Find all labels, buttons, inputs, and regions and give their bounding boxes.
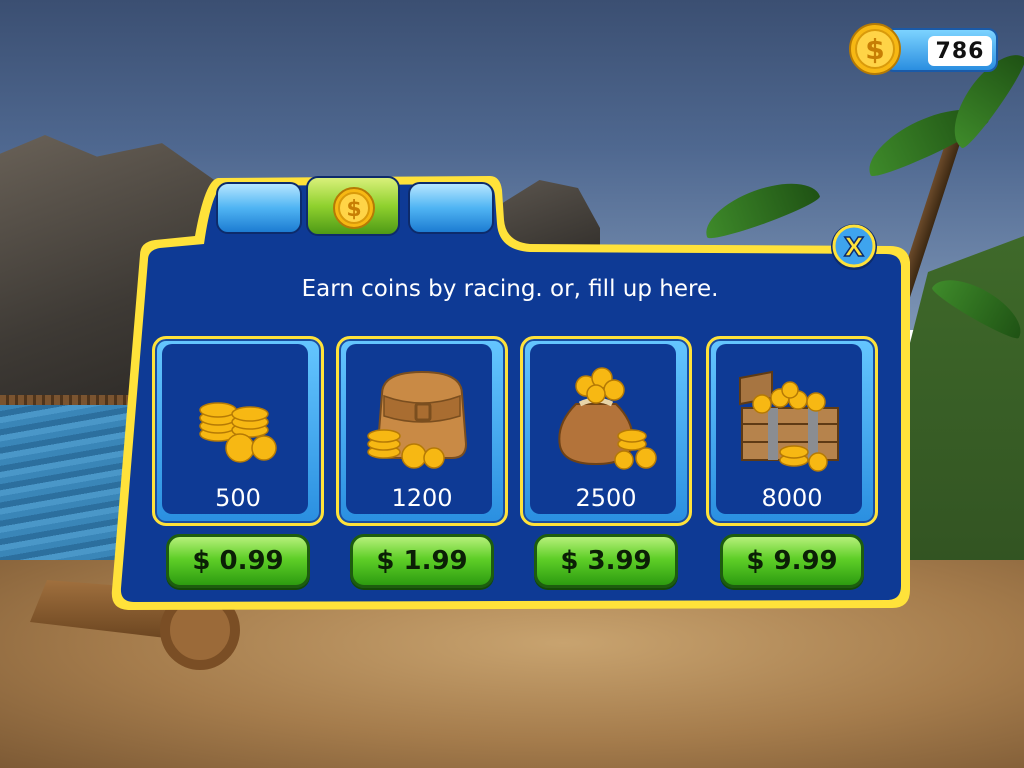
pack-amount: 2500 xyxy=(575,484,637,512)
buy-8000-coins-button[interactable]: $ 9.99 xyxy=(720,534,864,588)
coin-pack-2500[interactable]: 2500 xyxy=(520,336,692,526)
coin-pack-8000[interactable]: 8000 xyxy=(706,336,878,526)
shop-tab-left[interactable] xyxy=(216,182,302,234)
svg-text:$: $ xyxy=(865,33,884,66)
shop-tab-coins[interactable]: $ xyxy=(306,176,400,236)
pack-amount: 8000 xyxy=(761,484,823,512)
close-icon: X xyxy=(831,224,877,270)
coin-pack-1200[interactable]: 1200 xyxy=(336,336,508,526)
coin-balance-counter: 786 $ xyxy=(848,20,1000,78)
buy-500-coins-button[interactable]: $ 0.99 xyxy=(166,534,310,588)
dollar-coin-icon: $ xyxy=(333,187,375,229)
buy-2500-coins-button[interactable]: $ 3.99 xyxy=(534,534,678,588)
coin-stack-icon xyxy=(199,402,277,463)
dollar-coin-icon: $ xyxy=(849,23,901,75)
coin-sack-icon xyxy=(558,367,657,470)
coin-pack-500[interactable]: 500 xyxy=(152,336,324,526)
shop-headline: Earn coins by racing. or, fill up here. xyxy=(301,276,719,302)
treasure-chest-icon xyxy=(739,370,839,472)
coin-balance-value: 786 xyxy=(928,36,992,66)
close-label: X xyxy=(844,233,864,263)
pack-amount: 500 xyxy=(215,484,261,512)
svg-text:$: $ xyxy=(346,197,361,222)
close-button[interactable]: X xyxy=(828,222,880,272)
shop-tab-right[interactable] xyxy=(408,182,494,234)
coin-satchel-icon xyxy=(367,370,468,469)
pack-amount: 1200 xyxy=(391,484,453,512)
coin-shop-dialog: $ X Earn coins by racing. or, fill up he… xyxy=(100,150,920,620)
buy-1200-coins-button[interactable]: $ 1.99 xyxy=(350,534,494,588)
